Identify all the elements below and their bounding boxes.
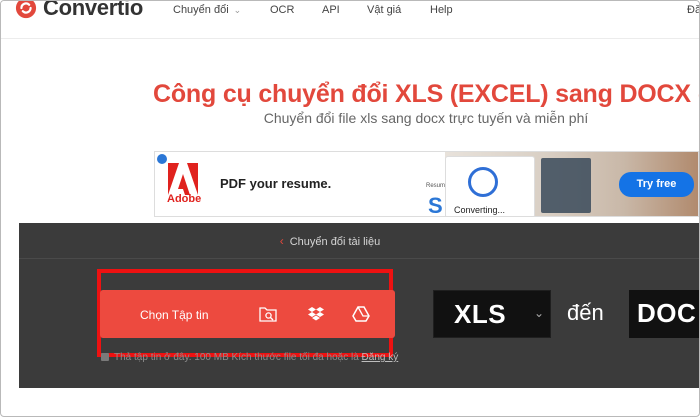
nav-item-api[interactable]: API — [322, 4, 340, 16]
ad-headline: PDF your resume. — [220, 176, 332, 191]
progress-ring-icon — [468, 167, 498, 197]
ad-side-label: Resum — [426, 183, 446, 189]
nav-item-label: Chuyển đổi — [173, 4, 229, 16]
source-format-select[interactable]: XLS ⌄ — [433, 290, 551, 338]
ad-choices-icon[interactable] — [157, 154, 167, 164]
ad-status: Converting... — [454, 205, 506, 215]
page-title: Công cụ chuyển đổi XLS (EXCEL) sang DOCX… — [153, 80, 699, 108]
target-format-select[interactable]: DOC — [629, 290, 699, 338]
nav-item-help[interactable]: Help — [430, 4, 453, 16]
folder-search-icon[interactable] — [257, 303, 279, 325]
ad-left-section: Adobe PDF your resume. — [155, 152, 445, 216]
ad-brand: Adobe — [167, 193, 202, 205]
upload-hint: Thả tập tin ở đây. 100 MB Kích thước fil… — [101, 352, 398, 363]
google-drive-icon[interactable] — [350, 303, 372, 325]
nav-item-ocr[interactable]: OCR — [270, 4, 294, 16]
convertio-logo-icon — [15, 1, 37, 19]
ad-converting-card: Resum S Converting... — [426, 156, 535, 216]
to-label: đến — [567, 300, 604, 325]
ad-image-section: Resum S Converting... Try free — [426, 152, 698, 216]
hint-text: Thả tập tin ở đây. 100 MB Kích thước fil… — [114, 352, 359, 363]
ad-banner[interactable]: Adobe PDF your resume. Resum S Convertin… — [154, 151, 699, 217]
lock-icon — [101, 353, 109, 362]
target-format-label: DOC — [637, 298, 697, 328]
back-link-label: Chuyển đổi tài liệu — [289, 236, 381, 248]
ad-screen-image — [541, 158, 591, 213]
nav-item-convert[interactable]: Chuyển đổi ⌄ — [173, 4, 241, 16]
logo[interactable]: Convertio — [15, 0, 143, 21]
chevron-down-icon: ⌄ — [534, 306, 545, 320]
page-subtitle: Chuyển đổi file xls sang docx trực tuyến… — [263, 110, 589, 126]
browser-frame: Convertio Chuyển đổi ⌄ OCR API Vật giá He… — [0, 0, 700, 417]
ad-side-letter: S — [428, 193, 443, 217]
ad-try-free-button[interactable]: Try free — [619, 172, 694, 197]
choose-file-button[interactable]: Chọn Tập tin — [100, 290, 395, 338]
brand-name: Convertio — [43, 0, 143, 20]
source-format-label: XLS — [454, 299, 507, 329]
signup-link[interactable]: Đăng ký — [362, 352, 399, 363]
dropbox-icon[interactable] — [305, 303, 327, 325]
choose-file-label[interactable]: Chọn Tập tin — [140, 308, 209, 322]
top-navigation: Convertio Chuyển đổi ⌄ OCR API Vật giá He… — [1, 0, 699, 39]
converter-topbar: ‹ Chuyển đổi tài liệu — [19, 223, 699, 259]
nav-item-login[interactable]: Đă — [687, 4, 699, 16]
chevron-left-icon: ‹ — [279, 234, 284, 248]
adobe-logo-icon — [168, 163, 198, 195]
back-link[interactable]: ‹ Chuyển đổi tài liệu — [19, 234, 699, 248]
chevron-down-icon: ⌄ — [233, 5, 242, 15]
nav-item-pricing[interactable]: Vật giá — [367, 4, 401, 16]
